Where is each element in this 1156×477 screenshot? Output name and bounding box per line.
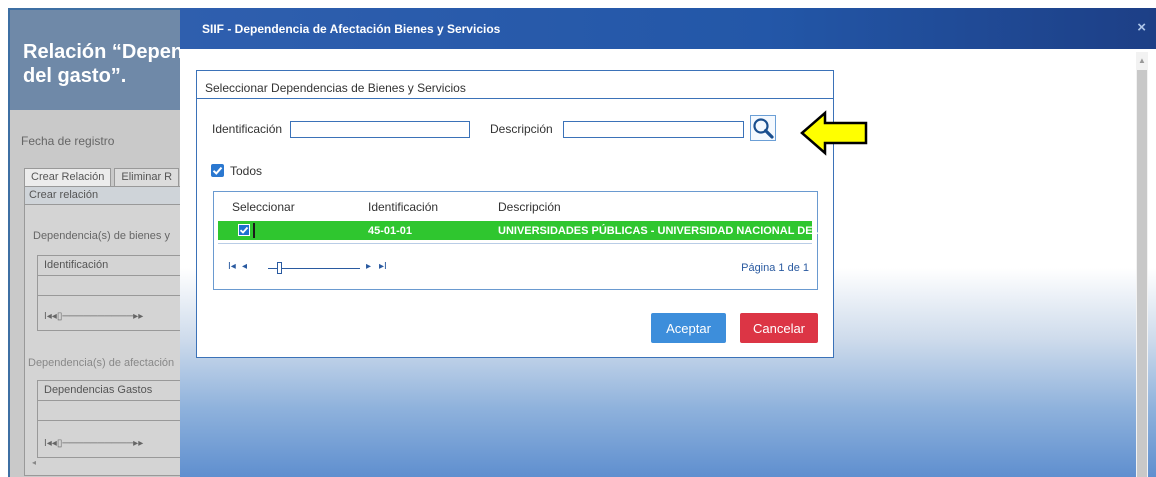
crear-relacion-panel: Crear relación Dependencia(s) de bienes …: [24, 186, 197, 476]
scroll-up-icon[interactable]: ▲: [1138, 56, 1146, 65]
check-icon: [239, 226, 249, 234]
column-identificacion[interactable]: Identificación: [368, 200, 438, 214]
text-cursor: [253, 223, 255, 238]
descripcion-input[interactable]: [563, 121, 744, 138]
first-page-icon[interactable]: I◂: [228, 261, 236, 272]
prev-page-icon[interactable]: ◂: [242, 261, 247, 272]
cell-descripcion: UNIVERSIDADES PÚBLICAS - UNIVERSIDAD NAC…: [498, 225, 822, 237]
todos-checkbox[interactable]: [211, 164, 224, 177]
dependencia-bienes-grid: Identificación I◂◂▯──────────▸▸: [37, 255, 197, 331]
background-title: Relación “Depen del gasto”.: [23, 41, 184, 87]
dialog-heading: Seleccionar Dependencias de Bienes y Ser…: [197, 71, 833, 99]
modal-titlebar: SIIF - Dependencia de Afectación Bienes …: [180, 8, 1156, 49]
divider: [218, 243, 812, 244]
identificacion-input[interactable]: [290, 121, 470, 138]
seleccionar-dependencias-dialog: Seleccionar Dependencias de Bienes y Ser…: [196, 70, 834, 358]
scrollbar-thumb[interactable]: [1137, 70, 1147, 477]
check-icon: [212, 166, 223, 175]
scroll-left-icon[interactable]: ◂: [32, 458, 36, 467]
fecha-registro-label: Fecha de registro: [21, 134, 115, 148]
grid-row: [38, 276, 196, 296]
descripcion-label: Descripción: [490, 122, 553, 136]
dependencias-grid: Seleccionar Identificación Descripción 4…: [213, 191, 822, 290]
identificacion-label: Identificación: [212, 122, 283, 136]
dependencia-afectacion-label: Dependencia(s) de afectación: [28, 357, 175, 369]
panel-title: Crear relación: [25, 187, 193, 205]
next-page-icon[interactable]: ▸: [366, 261, 371, 272]
annotation-arrow-icon: [800, 110, 868, 156]
page-info: Página 1 de 1: [741, 262, 809, 274]
pager[interactable]: I◂◂▯──────────▸▸: [44, 311, 143, 322]
aceptar-button[interactable]: Aceptar: [651, 313, 726, 343]
pager[interactable]: I◂◂▯──────────▸▸: [44, 438, 143, 449]
magnifier-icon: [753, 118, 774, 139]
todos-label: Todos: [230, 164, 263, 178]
table-row[interactable]: 45-01-01 UNIVERSIDADES PÚBLICAS - UNIVER…: [218, 221, 822, 240]
dependencia-bienes-label: Dependencia(s) de bienes y: [33, 230, 170, 242]
tab-crear-relacion[interactable]: Crear Relación: [24, 168, 112, 188]
tab-eliminar-relacion[interactable]: Eliminar R: [114, 168, 180, 188]
dependencia-gastos-grid: Dependencias Gastos I◂◂▯──────────▸▸: [37, 380, 197, 458]
pager-thumb[interactable]: [277, 262, 282, 274]
grid-header: Dependencias Gastos: [38, 381, 196, 401]
grid-header: Seleccionar Identificación Descripción: [214, 192, 817, 218]
row-checkbox[interactable]: [238, 224, 250, 236]
column-descripcion[interactable]: Descripción: [498, 200, 561, 214]
search-button[interactable]: [750, 115, 776, 141]
column-seleccionar[interactable]: Seleccionar: [232, 200, 295, 214]
last-page-icon[interactable]: ▸I: [379, 261, 387, 272]
grid-row: [38, 401, 196, 421]
cancelar-button[interactable]: Cancelar: [740, 313, 818, 343]
cell-identificacion: 45-01-01: [368, 225, 413, 237]
modal-title: SIIF - Dependencia de Afectación Bienes …: [202, 22, 501, 36]
grid-header: Identificación: [38, 256, 196, 276]
vertical-scrollbar[interactable]: ▲: [1136, 52, 1148, 477]
close-icon[interactable]: ×: [1137, 19, 1146, 36]
background-tabs: Crear Relación Eliminar R: [24, 168, 182, 188]
